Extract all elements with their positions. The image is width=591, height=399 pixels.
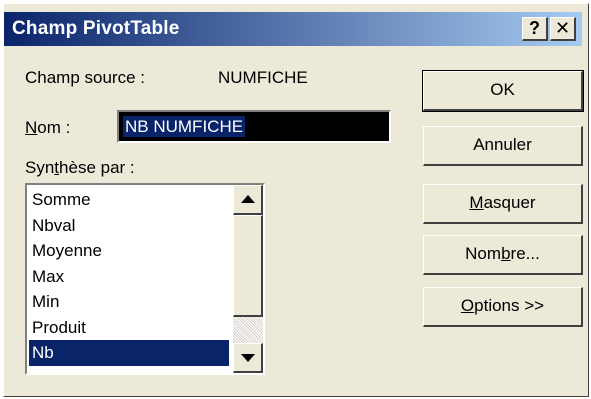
name-label-rest: om : <box>37 118 71 137</box>
summary-label-prefix: Syn <box>25 158 55 177</box>
scroll-up-button[interactable] <box>233 185 263 215</box>
options-button[interactable]: Options >> <box>423 287 583 327</box>
close-button[interactable]: ✕ <box>550 17 576 41</box>
number-format-button[interactable]: Nombre... <box>423 235 583 275</box>
arrow-down-icon <box>241 354 255 362</box>
help-button[interactable]: ? <box>522 17 548 41</box>
options-accesskey: O <box>460 296 475 315</box>
hide-accesskey: M <box>469 193 484 212</box>
list-item[interactable]: Somme <box>29 187 229 213</box>
source-field-value: NUMFICHE <box>218 68 308 87</box>
list-item[interactable]: Moyenne <box>29 238 229 264</box>
cancel-button[interactable]: Annuler <box>423 126 583 166</box>
hide-label-rest: asquer <box>483 193 536 212</box>
hide-button[interactable]: Masquer <box>423 184 583 224</box>
title-bar[interactable]: Champ PivotTable ? ✕ <box>4 12 582 46</box>
list-item[interactable]: Min <box>29 289 229 315</box>
list-item[interactable]: Produit <box>29 315 229 341</box>
list-scrollbar[interactable] <box>233 185 263 373</box>
name-label-accesskey: N <box>25 118 38 137</box>
list-item[interactable]: Nbval <box>29 213 229 239</box>
summary-label-rest: hèse par : <box>59 158 135 177</box>
number-label-rest: re... <box>510 244 540 263</box>
options-label-rest: ptions >> <box>474 296 545 315</box>
number-accesskey: b <box>501 244 511 263</box>
summary-label: Synthèse par : <box>25 158 135 178</box>
list-item-selected[interactable]: Nb <box>29 340 229 366</box>
name-input[interactable]: NB NUMFICHE <box>117 110 391 143</box>
help-icon: ? <box>529 18 540 38</box>
arrow-up-icon <box>241 195 255 203</box>
scroll-down-button[interactable] <box>233 343 263 373</box>
name-label: Nom : <box>25 118 70 138</box>
window-title: Champ PivotTable <box>12 18 180 39</box>
number-label-prefix: Nom <box>465 244 502 263</box>
source-field-label: Champ source : <box>25 68 145 87</box>
summary-function-list[interactable]: Somme Nbval Moyenne Max Min Produit Nb <box>25 183 265 375</box>
scroll-thumb[interactable] <box>233 215 263 317</box>
ok-button[interactable]: OK <box>422 70 584 112</box>
name-input-value: NB NUMFICHE <box>123 116 246 137</box>
list-item[interactable]: Max <box>29 264 229 290</box>
close-icon: ✕ <box>554 18 571 38</box>
